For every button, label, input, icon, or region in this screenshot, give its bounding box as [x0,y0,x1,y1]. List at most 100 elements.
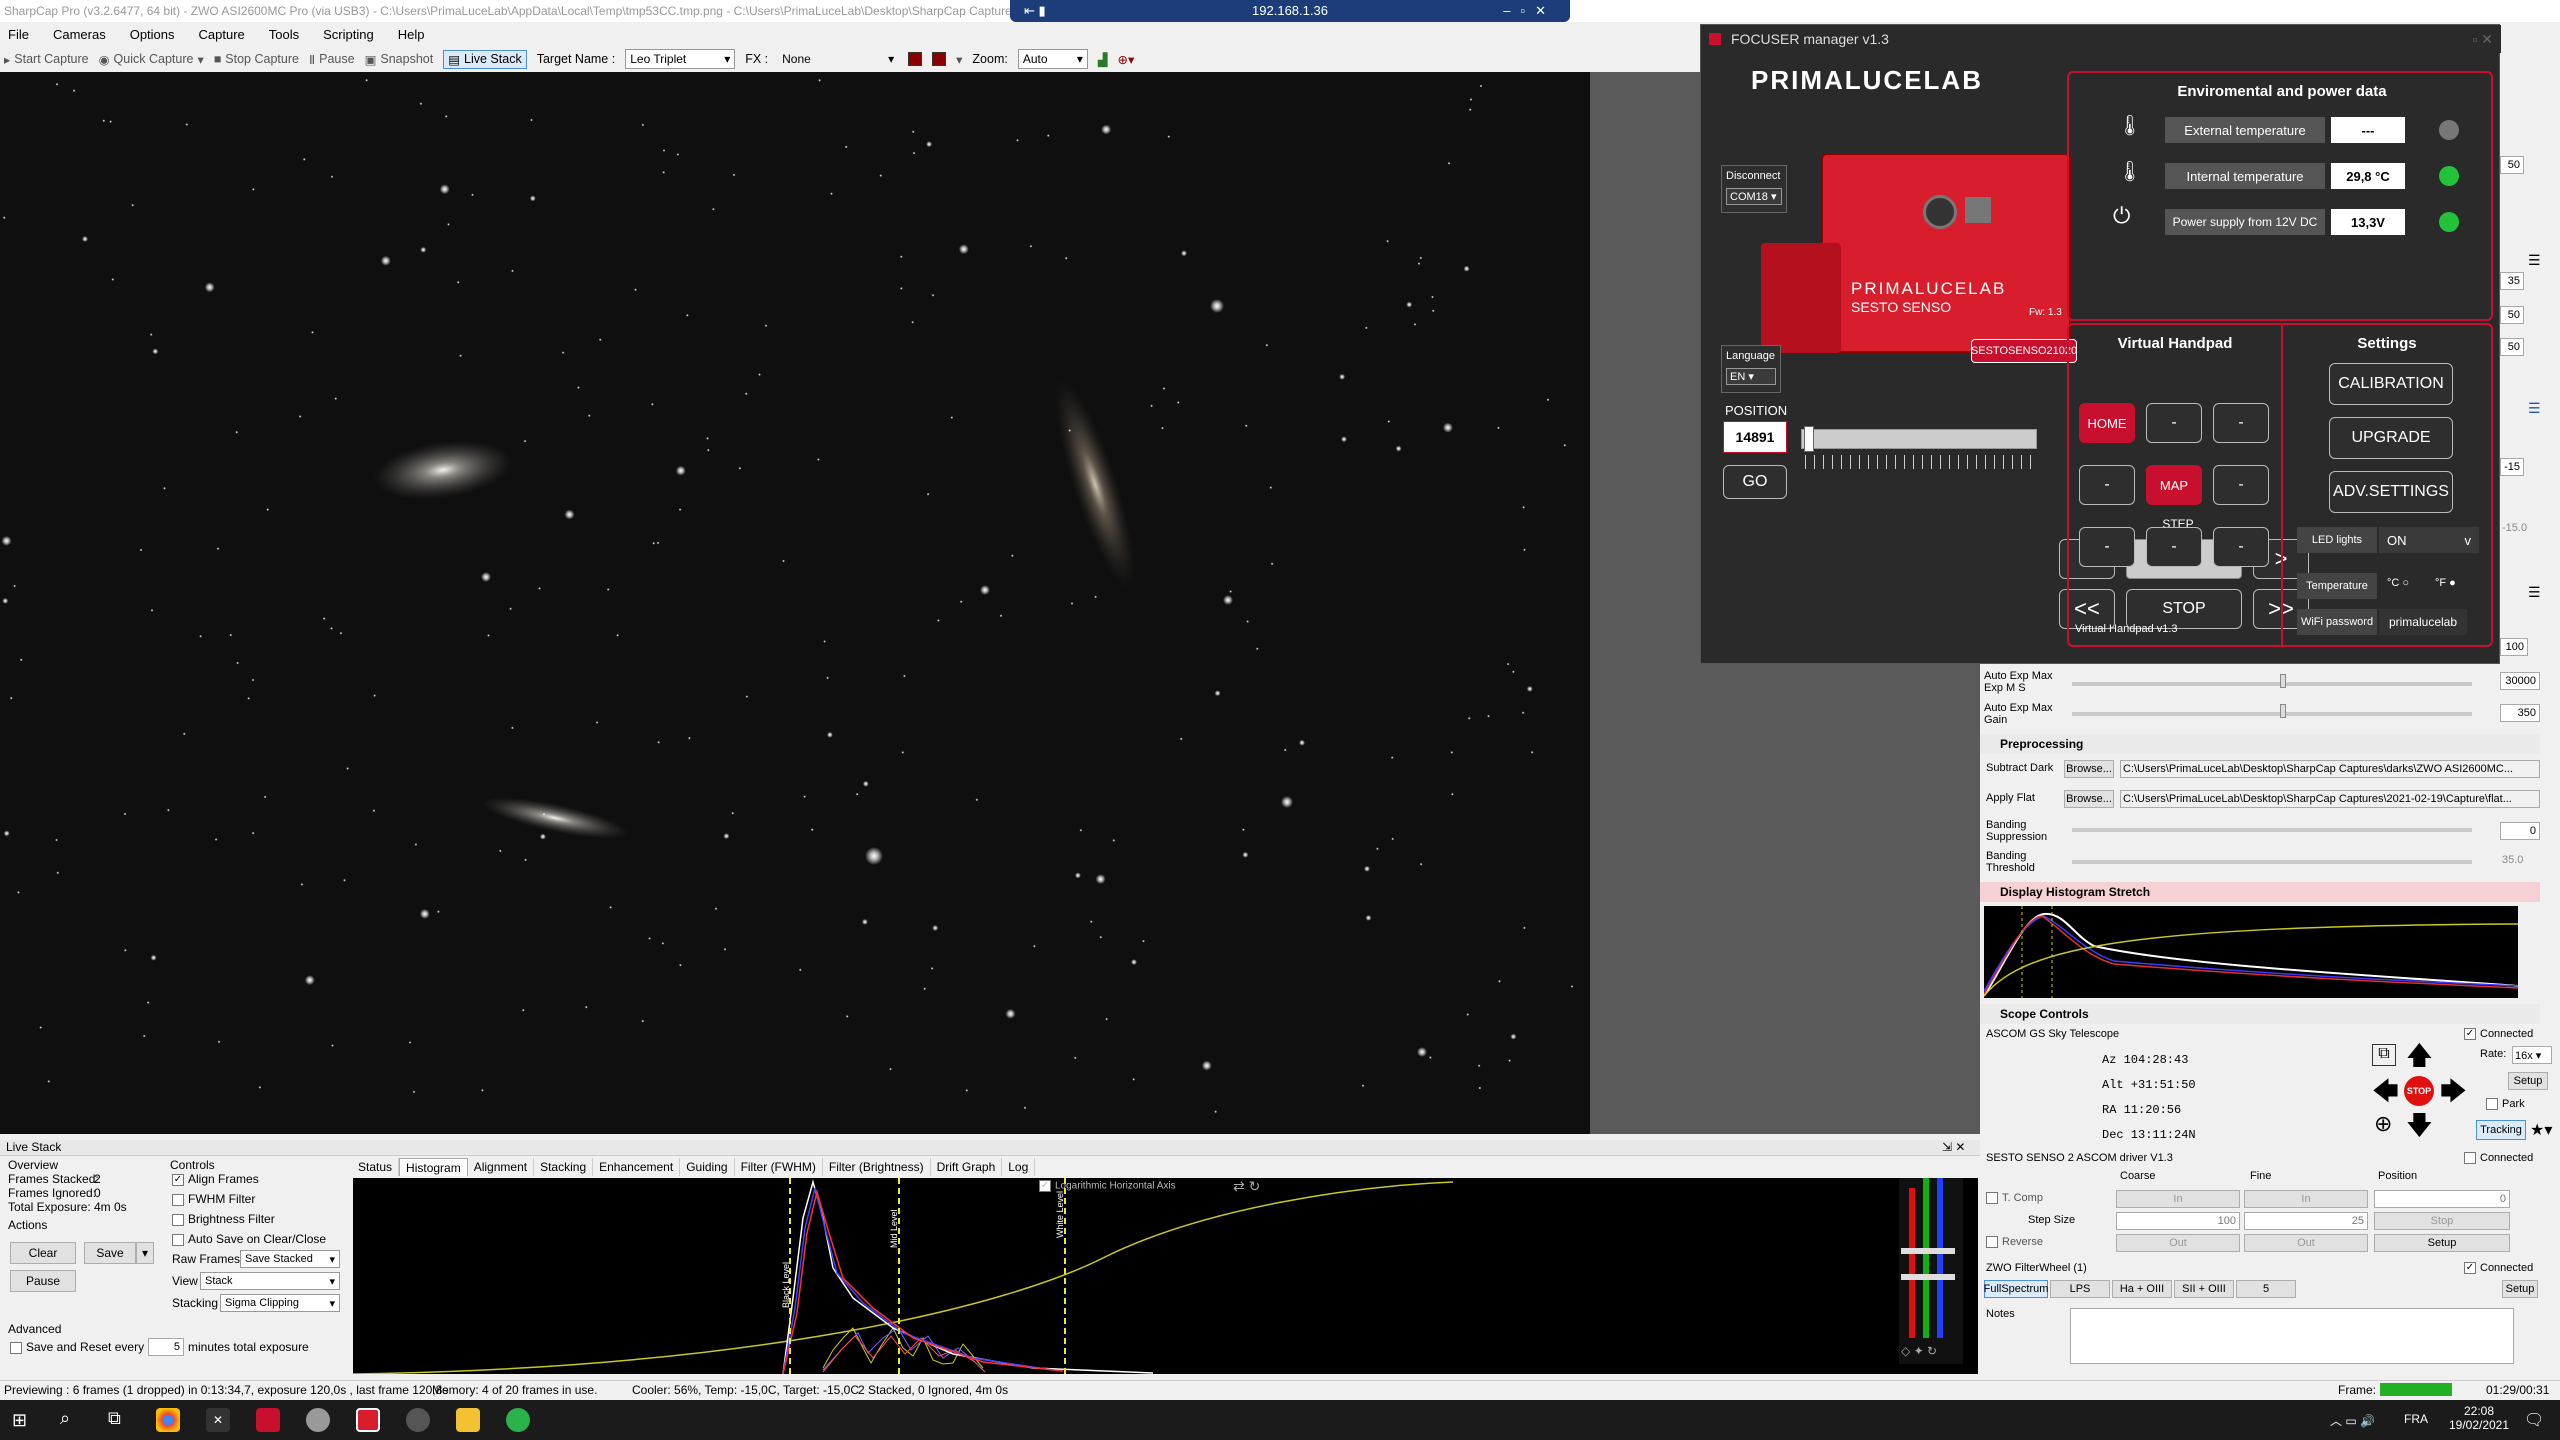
go-button[interactable]: GO [1723,465,1787,499]
start-capture-button[interactable]: ▸ Start Capture [4,52,89,67]
menu-icon-blue[interactable]: ☰ [2528,400,2541,417]
focuser-connected-checkbox[interactable]: Connected [2464,1152,2533,1165]
slider-handle[interactable] [2280,674,2286,688]
handpad-button-7[interactable]: - [2079,527,2135,567]
language-select[interactable]: EN ▾ [1726,368,1776,385]
side-value-1[interactable]: 50 [2500,156,2524,174]
position-slider[interactable] [1801,426,2037,452]
menu-scripting[interactable]: Scripting [323,27,374,42]
view-select[interactable]: Stack ▾ [200,1272,340,1290]
map-button[interactable]: MAP [2146,465,2202,505]
browse-flat-button[interactable]: Browse... [2064,790,2114,808]
rate-select[interactable]: 16x ▾ [2512,1046,2552,1064]
filter-setup-button[interactable]: Setup [2502,1280,2538,1298]
flat-path-select[interactable]: C:\Users\PrimaLuceLab\Desktop\SharpCap C… [2120,790,2540,808]
tab-status[interactable]: Status [352,1158,400,1176]
quick-capture-button[interactable]: ◉ Quick Capture ▾ [99,52,204,67]
menu-help[interactable]: Help [398,27,425,42]
fwhm-filter-checkbox[interactable]: FWHM Filter [172,1192,255,1206]
app-icon-green[interactable] [506,1408,530,1432]
handpad-button-2[interactable]: - [2146,403,2202,443]
fx-combo[interactable]: None ▾ [778,49,898,69]
app-icon-dark[interactable] [406,1408,430,1432]
fine-step-input[interactable]: 25 [2244,1212,2368,1230]
display-histogram-header[interactable]: Display Histogram Stretch [1980,882,2540,902]
celsius-radio[interactable]: °C ○ [2387,577,2409,589]
dark-path-select[interactable]: C:\Users\PrimaLuceLab\Desktop\SharpCap C… [2120,760,2540,778]
focuser-stop-button-ascom[interactable]: Stop [2374,1212,2510,1230]
task-view-icon[interactable]: ⧉ [108,1408,121,1429]
t-comp-checkbox[interactable]: T. Comp [1986,1192,2043,1205]
side-value-3[interactable]: 50 [2500,306,2524,324]
histogram-icon[interactable]: ▟ [1098,52,1108,67]
pause-stack-button[interactable]: Pause [10,1270,76,1292]
close-icon[interactable]: ⇲ ✕ [1942,1140,1965,1154]
filter-lps-button[interactable]: LPS [2050,1280,2110,1298]
tab-drift-graph[interactable]: Drift Graph [931,1158,1003,1176]
brightness-filter-checkbox[interactable]: Brightness Filter [172,1212,275,1226]
banding-suppression-value[interactable]: 0 [2500,822,2540,840]
arrow-up-icon[interactable]: 🡅 [2406,1042,2433,1068]
arrow-left-icon[interactable]: 🡄 [2372,1078,2399,1104]
file-explorer-icon[interactable] [456,1408,480,1432]
auto-exp-max-exp-value[interactable]: 30000 [2500,672,2540,690]
notifications-icon[interactable]: 🗨 [2524,1410,2544,1430]
zoom-tool-icon[interactable]: ⊕▾ [1117,52,1134,67]
scope-stop-button[interactable]: STOP [2404,1076,2434,1106]
home-button[interactable]: HOME [2079,403,2135,443]
menu-file[interactable]: File [8,27,29,42]
filter-ha-oiii-button[interactable]: Ha + OIII [2112,1280,2172,1298]
save-button[interactable]: Save [84,1242,136,1264]
wifi-password-input[interactable]: primalucelab [2379,609,2467,635]
tab-alignment[interactable]: Alignment [468,1158,535,1176]
window-controls-icon[interactable]: –▫✕ [1503,0,1556,22]
window-controls-icon[interactable]: ▫ ✕ [2472,25,2493,53]
tab-filter-brightness[interactable]: Filter (Brightness) [823,1158,931,1176]
auto-exp-max-gain-value[interactable]: 350 [2500,704,2540,722]
upgrade-button[interactable]: UPGRADE [2329,417,2453,459]
camera-preview-image[interactable] [0,72,1590,1134]
filter-5-button[interactable]: 5 [2236,1280,2296,1298]
handpad-button-6[interactable]: - [2213,465,2269,505]
tab-histogram[interactable]: Histogram [399,1158,468,1176]
fine-out-button[interactable]: Out [2244,1234,2368,1252]
banding-threshold-slider[interactable] [2072,860,2472,864]
menu-tools[interactable]: Tools [269,27,299,42]
display-histogram-chart[interactable] [1983,906,2519,998]
filter-fullspectrum-button[interactable]: FullSpectrum [1984,1280,2048,1298]
scope-setup-button[interactable]: Setup [2508,1072,2548,1090]
side-value-2[interactable]: 35 [2500,272,2524,290]
preprocessing-header[interactable]: Preprocessing [1980,734,2540,754]
tracking-button[interactable]: Tracking [2476,1120,2526,1140]
side-value-7[interactable]: 100 [2500,638,2528,656]
handpad-button-9[interactable]: - [2213,527,2269,567]
focuser-manager-taskbar-icon[interactable] [256,1408,280,1432]
snapshot-button[interactable]: ▣ Snapshot [365,52,434,67]
pin-icon[interactable]: ⇤ ▮ [1024,0,1046,22]
arrow-right-icon[interactable]: 🡆 [2440,1078,2467,1104]
pause-button[interactable]: Ⅱ Pause [309,52,355,67]
banding-suppression-slider[interactable] [2072,828,2472,832]
side-value-4[interactable]: 50 [2500,338,2524,356]
menu-options[interactable]: Options [130,27,175,42]
app-icon-grey[interactable] [306,1408,330,1432]
side-value-5[interactable]: -15 [2500,458,2524,476]
fine-in-button[interactable]: In [2244,1190,2368,1208]
zoom-combo[interactable]: Auto ▾ [1017,49,1088,69]
slider-handle[interactable] [2280,704,2286,718]
slew-icon[interactable]: ⧉ [2372,1044,2396,1066]
scope-controls-header[interactable]: Scope Controls [1980,1004,2540,1024]
fahrenheit-radio[interactable]: °F ● [2435,577,2456,589]
handpad-button-4[interactable]: - [2079,465,2135,505]
filter-wheel-connected-checkbox[interactable]: ✓ Connected [2464,1262,2533,1275]
position-input[interactable]: 14891 [1723,421,1787,453]
auto-exp-max-gain-slider[interactable] [2072,712,2472,716]
position-slider-handle[interactable] [1804,426,1814,452]
menu-cameras[interactable]: Cameras [53,27,106,42]
disconnect-button[interactable]: Disconnect [1722,166,1786,186]
auto-exp-max-exp-slider[interactable] [2072,682,2472,686]
filter-sii-oiii-button[interactable]: SII + OIII [2174,1280,2234,1298]
auto-save-checkbox[interactable]: Auto Save on Clear/Close [172,1232,326,1246]
adv-settings-button[interactable]: ADV.SETTINGS [2329,471,2453,513]
reset-icon[interactable]: ⇄ ↻ [1233,1178,1260,1195]
